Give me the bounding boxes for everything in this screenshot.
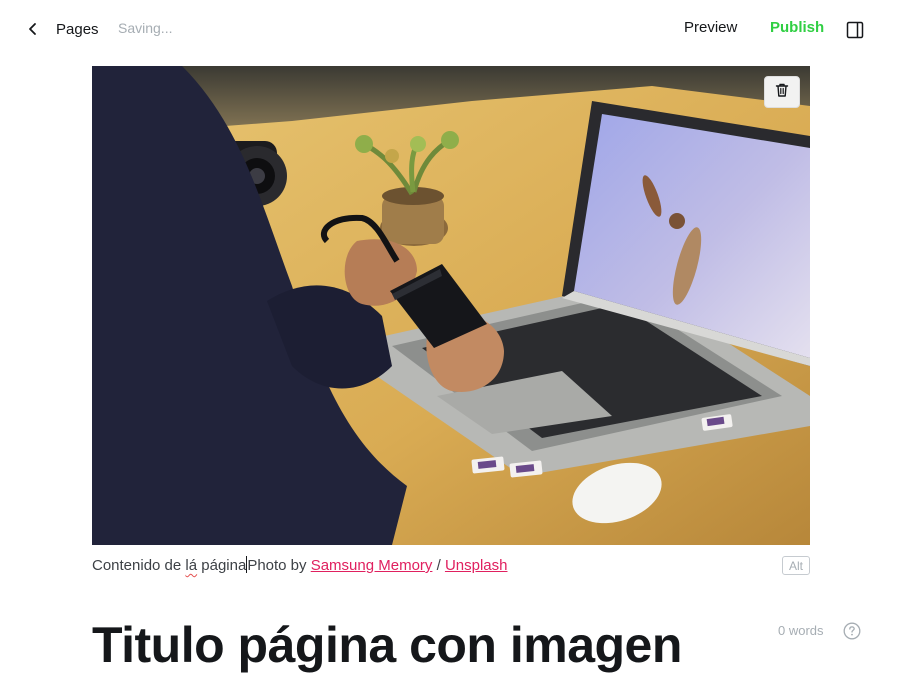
save-status: Saving... xyxy=(118,20,173,36)
trash-icon xyxy=(774,82,790,103)
help-button[interactable] xyxy=(843,622,861,640)
caption-text-after: página xyxy=(197,557,247,574)
misspelled-word: lá xyxy=(185,557,198,574)
editor-header: Pages Saving... Preview Publish xyxy=(0,0,902,58)
publish-button[interactable]: Publish xyxy=(770,19,824,36)
word-count: 0 words xyxy=(778,623,824,638)
preview-button[interactable]: Preview xyxy=(684,19,737,36)
settings-panel-toggle[interactable] xyxy=(845,20,865,40)
feature-image[interactable] xyxy=(92,66,810,545)
caption-separator: / xyxy=(432,557,445,574)
chevron-left-icon xyxy=(22,18,44,40)
source-link[interactable]: Unsplash xyxy=(445,557,508,574)
caption-credit-prefix: Photo by xyxy=(247,557,311,574)
sidebar-panel-icon xyxy=(845,21,865,44)
author-link[interactable]: Samsung Memory xyxy=(311,557,433,574)
back-to-pages-button[interactable]: Pages xyxy=(22,17,99,41)
delete-image-button[interactable] xyxy=(764,76,800,108)
alt-text-button[interactable]: Alt xyxy=(782,556,810,575)
help-circle-icon xyxy=(843,622,861,644)
caption-text: Contenido de xyxy=(92,557,186,574)
post-title[interactable]: Titulo página con imagen xyxy=(92,616,682,674)
image-caption[interactable]: Contenido de lá páginaPhoto by Samsung M… xyxy=(92,556,507,574)
back-label: Pages xyxy=(56,20,99,38)
